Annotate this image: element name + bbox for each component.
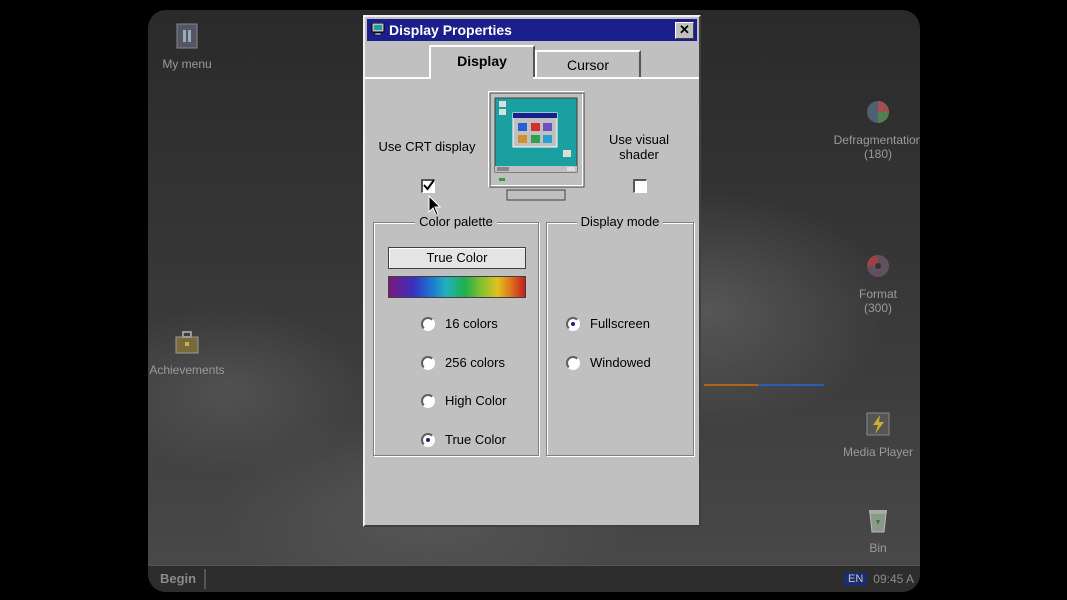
crt-label: Use CRT display: [378, 139, 476, 154]
desktop-icon-my-menu[interactable]: My menu: [148, 22, 235, 71]
tab-cursor[interactable]: Cursor: [535, 50, 641, 77]
group-title: Display mode: [547, 214, 693, 229]
crt-checkbox[interactable]: [421, 179, 435, 193]
display-properties-window: Display Properties ✕ Display Cursor Use …: [363, 15, 701, 527]
desktop-icon-media-player[interactable]: Media Player: [830, 410, 920, 459]
desktop-icon-label: Bin: [869, 541, 887, 555]
desktop-icon-label: Format: [858, 287, 897, 301]
menu-folder-icon: [176, 23, 198, 49]
radio-selected-dot: [571, 322, 575, 326]
start-button[interactable]: Begin: [152, 569, 207, 589]
radio-button[interactable]: [566, 356, 580, 370]
close-button[interactable]: ✕: [675, 22, 694, 39]
system-tray: EN 09:45 A: [844, 569, 920, 589]
group-title: Color palette: [374, 214, 538, 229]
radio-button[interactable]: [566, 317, 580, 331]
desktop-icon-label: Defragmentation: [833, 133, 920, 147]
current-palette-field: True Color: [388, 247, 526, 269]
desktop-icon-sublabel: (180): [863, 147, 892, 161]
shader-label: Use visual shader: [609, 132, 669, 162]
tab-display[interactable]: Display: [429, 45, 535, 77]
desktop-icon-achievements[interactable]: Achievements: [148, 328, 235, 377]
desktop-icon-format[interactable]: Format (300): [830, 252, 920, 315]
radio-button[interactable]: [421, 394, 435, 408]
radio-button[interactable]: [421, 433, 435, 447]
crt-monitor-illustration: [488, 91, 585, 201]
disk-icon: [867, 255, 889, 277]
media-player-icon: [866, 412, 890, 436]
background-progress-line: [704, 384, 824, 386]
radio-button[interactable]: [421, 317, 435, 331]
radio-button[interactable]: [421, 356, 435, 370]
language-indicator[interactable]: EN: [844, 572, 868, 586]
recycle-bin-icon: [869, 510, 887, 533]
desktop-icon-label: Media Player: [842, 445, 914, 459]
checkmark-icon: [423, 179, 435, 191]
defrag-icon: [867, 101, 889, 123]
title-bar[interactable]: Display Properties ✕: [367, 19, 697, 41]
taskbar: Begin EN 09:45 A: [148, 565, 920, 592]
toolbox-icon: [175, 331, 199, 354]
desktop-icon-label: Achievements: [149, 363, 225, 377]
shader-checkbox[interactable]: [633, 179, 647, 193]
desktop-icon-label: My menu: [162, 57, 212, 71]
clock: 09:45 A: [873, 572, 914, 586]
monitor-icon: [371, 23, 385, 36]
desktop-icon-sublabel: (300): [863, 301, 892, 315]
desktop-icon-defragmentation[interactable]: Defragmentation (180): [830, 98, 920, 161]
active-tab-gap: [431, 77, 533, 79]
color-spectrum-preview: [388, 276, 526, 298]
color-palette-group: Color palette True Color 16 colors 256 c…: [373, 214, 539, 456]
display-mode-group: Display mode Fullscreen Windowed: [546, 214, 694, 456]
window-title: Display Properties: [389, 22, 512, 38]
desktop-icon-bin[interactable]: Bin: [830, 506, 920, 555]
radio-selected-dot: [426, 438, 430, 442]
